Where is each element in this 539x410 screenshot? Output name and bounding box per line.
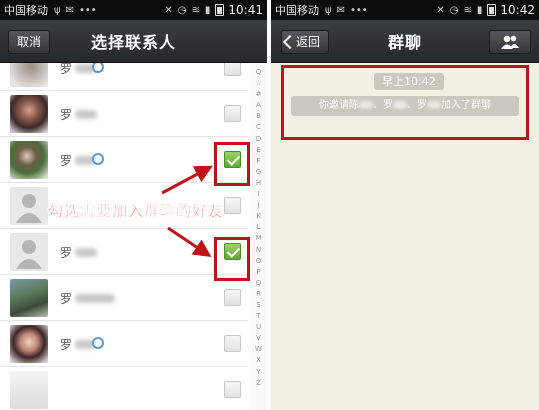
wifi-icon: ≋ xyxy=(463,4,472,16)
usb-icon: ψ xyxy=(54,4,61,16)
index-letter[interactable]: D xyxy=(256,134,261,145)
index-letter[interactable]: H xyxy=(256,178,261,189)
left-phone-screen: 中国移动 ψ ✉ ••• ✕ ◷ ≋ ▮ 10:41 取消 选择联系人 罗 罗 xyxy=(0,0,267,410)
index-letter[interactable]: O xyxy=(256,256,262,267)
page-title: 群聊 xyxy=(387,33,422,52)
index-letter[interactable]: X xyxy=(256,355,261,366)
contact-checkbox[interactable] xyxy=(224,381,241,398)
more-icon: ••• xyxy=(79,4,97,16)
index-letter[interactable]: R xyxy=(256,289,261,300)
default-avatar-icon xyxy=(10,187,48,225)
index-letter[interactable]: I xyxy=(257,189,259,200)
index-letter[interactable]: U xyxy=(256,322,261,333)
index-letter[interactable]: L xyxy=(257,222,261,233)
index-letter[interactable]: C xyxy=(256,122,261,133)
contact-name: 罗 xyxy=(60,244,98,261)
contact-row[interactable]: 罗 xyxy=(0,91,248,137)
contact-avatar xyxy=(10,63,48,87)
chat-icon: ✉ xyxy=(65,4,74,16)
contact-row[interactable]: 罗 xyxy=(0,229,248,275)
verified-badge-icon xyxy=(92,337,104,349)
signal-icon: ▮ xyxy=(204,4,211,16)
chat-area: 早上10:42 你邀请陈 、罗 、罗 加入了群聊 xyxy=(271,63,539,410)
status-bar: 中国移动 ψ ✉ ••• ✕ ◷ ≋ ▮ 10:41 xyxy=(0,0,267,20)
contact-checkbox[interactable] xyxy=(224,335,241,352)
index-letter[interactable]: K xyxy=(256,211,261,222)
index-letter[interactable]: Z xyxy=(256,378,261,389)
status-time: 10:41 xyxy=(228,3,263,17)
index-letter[interactable]: G xyxy=(256,167,261,178)
contact-name: 罗 xyxy=(60,290,116,307)
contact-checkbox[interactable] xyxy=(224,289,241,306)
mute-icon: ✕ xyxy=(164,4,173,16)
contact-name: 罗 xyxy=(60,106,98,123)
usb-icon: ψ xyxy=(325,4,332,16)
index-letter[interactable]: F xyxy=(256,156,260,167)
highlight-box xyxy=(214,142,250,186)
right-phone-screen: 中国移动 ψ ✉ ••• ✕ ◷ ≋ ▮ 10:42 返回 群聊 早上10:42… xyxy=(271,0,539,410)
index-letter[interactable]: ☆ xyxy=(255,78,261,89)
back-button[interactable]: 返回 xyxy=(281,30,330,54)
index-letter[interactable]: W xyxy=(255,344,262,355)
status-time: 10:42 xyxy=(500,3,535,17)
index-letter[interactable]: # xyxy=(256,89,262,100)
contact-avatar xyxy=(10,371,48,409)
default-avatar-icon xyxy=(10,233,48,271)
index-letter[interactable]: Q xyxy=(256,278,262,289)
clock-icon: ◷ xyxy=(449,4,459,16)
index-letter[interactable]: P xyxy=(256,267,260,278)
chat-icon: ✉ xyxy=(336,4,345,16)
index-letter[interactable]: V xyxy=(256,333,261,344)
contact-list: 罗 罗 罗 罗 罗 罗 xyxy=(0,63,248,410)
group-members-icon xyxy=(501,35,519,49)
index-letter[interactable]: E xyxy=(256,145,260,156)
signal-icon: ▮ xyxy=(476,4,483,16)
index-letter[interactable]: J xyxy=(257,200,259,211)
index-letter[interactable]: N xyxy=(256,245,261,256)
carrier-label: 中国移动 xyxy=(4,4,48,17)
contact-avatar xyxy=(10,279,48,317)
highlight-box xyxy=(214,237,250,281)
verified-badge-icon xyxy=(92,63,104,73)
contact-avatar xyxy=(10,141,48,179)
status-bar: 中国移动 ψ ✉ ••• ✕ ◷ ≋ ▮ 10:42 xyxy=(271,0,539,20)
index-letter[interactable]: T xyxy=(256,311,260,322)
verified-badge-icon xyxy=(92,153,104,165)
contact-avatar xyxy=(10,95,48,133)
group-members-button[interactable] xyxy=(489,30,531,54)
annotation-label: 勾选需要加入群聊的好友 xyxy=(48,202,225,220)
contact-row[interactable]: 罗 xyxy=(0,321,248,367)
index-letter[interactable]: Q xyxy=(256,67,262,78)
index-letter[interactable]: A xyxy=(256,100,261,111)
contact-row[interactable]: 罗 xyxy=(0,275,248,321)
index-letter[interactable]: S xyxy=(256,300,260,311)
cancel-button[interactable]: 取消 xyxy=(8,30,51,54)
battery-icon xyxy=(215,4,225,16)
contact-row[interactable] xyxy=(0,367,248,410)
mute-icon: ✕ xyxy=(436,4,445,16)
index-letter[interactable]: B xyxy=(256,111,261,122)
wifi-icon: ≋ xyxy=(191,4,200,16)
nav-bar: 取消 选择联系人 xyxy=(0,20,267,63)
contact-avatar xyxy=(10,325,48,363)
contact-row[interactable]: 罗 xyxy=(0,137,248,183)
nav-bar: 返回 群聊 xyxy=(271,20,539,63)
battery-icon xyxy=(487,4,497,16)
contact-checkbox[interactable] xyxy=(224,63,241,76)
carrier-label: 中国移动 xyxy=(275,4,319,17)
index-letter[interactable]: M xyxy=(255,233,261,244)
clock-icon: ◷ xyxy=(177,4,187,16)
contact-checkbox[interactable] xyxy=(224,105,241,122)
alphabet-index-bar[interactable]: Q ☆ # A B C D E F G H I J K L M N O P Q R S T U V W X Y Z xyxy=(250,63,267,410)
contact-checkbox[interactable] xyxy=(224,197,241,214)
system-message: 你邀请陈 、罗 、罗 加入了群聊 xyxy=(291,96,519,116)
index-letter[interactable]: Y xyxy=(256,367,260,378)
page-title: 选择联系人 xyxy=(90,33,176,52)
message-timestamp: 早上10:42 xyxy=(374,73,444,90)
more-icon: ••• xyxy=(350,4,368,16)
contact-row[interactable]: 罗 xyxy=(0,63,248,91)
